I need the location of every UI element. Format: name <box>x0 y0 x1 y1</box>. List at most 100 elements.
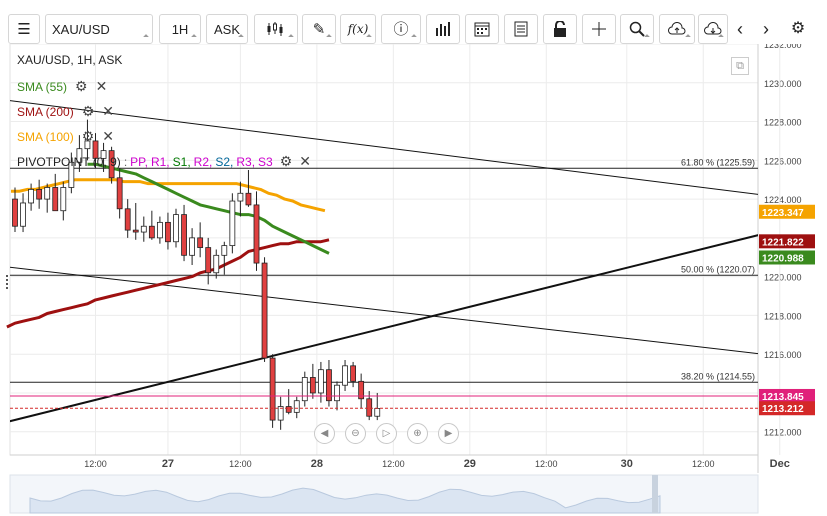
x-tick-label: 12:00 <box>692 459 715 469</box>
close-icon[interactable]: ✕ <box>299 153 311 170</box>
candle-body <box>148 225 155 239</box>
fib-level-label: 50.00 % (1220.07) <box>681 264 755 274</box>
candle-body <box>189 237 196 256</box>
popout-icon: ⧉ <box>736 59 744 72</box>
sma100-label: SMA (100) <box>17 129 74 144</box>
chart-type-button[interactable] <box>254 14 298 44</box>
y-tick-label: 1218.000 <box>764 311 802 321</box>
zoom-button[interactable] <box>620 14 654 44</box>
function-button[interactable]: f(x) <box>340 14 376 44</box>
volume-button[interactable] <box>426 14 460 44</box>
candle-body <box>165 221 171 243</box>
candle-body <box>293 400 300 413</box>
settings-button[interactable]: ⚙ <box>784 14 812 44</box>
sma200-label: SMA (200) <box>17 104 74 119</box>
legend-sma200[interactable]: SMA (200) ⚙ ✕ <box>17 103 114 120</box>
scroll-back-button[interactable]: ◀ <box>314 423 335 444</box>
close-icon[interactable]: ✕ <box>96 78 108 95</box>
candle-body <box>124 208 131 231</box>
scroll-left-button[interactable]: ‹ <box>728 14 752 44</box>
calendar-button[interactable] <box>465 14 499 44</box>
x-tick-label: 12:00 <box>382 459 405 469</box>
gear-icon[interactable]: ⚙ <box>75 78 88 95</box>
lock-icon <box>554 21 566 37</box>
info-icon: ⓘ <box>393 20 409 38</box>
price-tag-label: 1213.212 <box>762 404 804 415</box>
candle-body <box>12 198 18 227</box>
legend-title: XAU/USD, 1H, ASK <box>17 53 122 67</box>
candle-body <box>116 177 123 210</box>
x-tick-label: 28 <box>311 458 323 470</box>
x-tick-label: 29 <box>464 458 476 470</box>
reset-view-button[interactable]: ▷ <box>376 423 397 444</box>
zoom-out-button[interactable]: ⊖ <box>345 423 366 444</box>
chevron-left-icon: ◀ <box>320 428 329 439</box>
zoom-in-button[interactable]: ⊕ <box>407 423 428 444</box>
price-tag-label: 1223.347 <box>762 208 804 219</box>
x-tick-label: 12:00 <box>84 459 107 469</box>
x-tick-label: Dec <box>770 458 790 470</box>
candle-body <box>366 398 373 417</box>
legend-pivot[interactable]: PIVOTPOINT (0, 9) : PP, R1, S1, R2, S2, … <box>17 153 311 170</box>
scroll-right-button[interactable]: › <box>754 14 778 44</box>
gear-icon[interactable]: ⚙ <box>280 153 293 170</box>
crosshair-icon <box>592 22 606 36</box>
y-tick-label: 1230.000 <box>764 79 802 89</box>
price-type-selector[interactable]: ASK <box>206 14 248 44</box>
pivot-level-r1: R1, <box>150 154 170 169</box>
gear-icon[interactable]: ⚙ <box>82 103 95 120</box>
draw-icon: ✎ <box>312 20 326 38</box>
timeframe-label: 1H <box>171 21 189 37</box>
pivot-level-r3: R3, <box>236 154 256 169</box>
lock-button[interactable] <box>543 14 577 44</box>
symbol-selector[interactable]: XAU/USD <box>45 14 153 44</box>
function-icon: f(x) <box>347 22 369 36</box>
y-tick-label: 1216.000 <box>764 350 802 360</box>
pivot-level-s2: S2, <box>215 154 234 169</box>
zoom-out-icon: ⊖ <box>351 428 360 439</box>
y-tick-label: 1224.000 <box>764 195 802 205</box>
download-button[interactable] <box>698 14 728 44</box>
notes-button[interactable] <box>504 14 538 44</box>
y-tick-label: 1220.000 <box>764 273 802 283</box>
candle-body <box>317 369 324 394</box>
navigator-handle <box>652 475 658 513</box>
candle-body <box>20 202 26 227</box>
upload-button[interactable] <box>659 14 695 44</box>
candle-body <box>229 200 236 247</box>
candle-body <box>197 237 204 248</box>
reset-icon: ▷ <box>382 428 391 439</box>
close-icon[interactable]: ✕ <box>102 128 114 145</box>
candle-body <box>237 192 244 202</box>
calendar-icon <box>474 22 490 37</box>
candle-body <box>309 377 316 394</box>
candle-body <box>52 187 59 212</box>
document-icon <box>514 21 528 37</box>
gear-icon: ⚙ <box>790 20 806 37</box>
candle-body <box>205 247 212 274</box>
draw-button[interactable]: ✎ <box>302 14 336 44</box>
chevron-right-icon: ▶ <box>444 428 453 439</box>
menu-icon: ☰ <box>17 20 31 38</box>
legend-sma100[interactable]: SMA (100) ⚙ ✕ <box>17 128 114 145</box>
popout-button[interactable]: ⧉ <box>731 57 749 75</box>
pivot-level-s3: S3 <box>258 154 273 169</box>
candle-body <box>374 408 381 417</box>
close-icon[interactable]: ✕ <box>102 103 114 120</box>
chevron-right-icon: › <box>763 19 769 39</box>
y-tick-label: 1212.000 <box>764 428 802 438</box>
timeframe-selector[interactable]: 1H <box>159 14 201 44</box>
candle-body <box>221 245 228 256</box>
gear-icon[interactable]: ⚙ <box>82 128 95 145</box>
x-tick-label: 27 <box>162 458 174 470</box>
info-button[interactable]: ⓘ <box>381 14 421 44</box>
pivot-level-s1: S1, <box>172 154 191 169</box>
candle-body <box>181 214 187 256</box>
menu-button[interactable]: ☰ <box>8 14 40 44</box>
symbol-label: XAU/USD <box>52 21 110 37</box>
crosshair-button[interactable] <box>582 14 616 44</box>
scroll-forward-button[interactable]: ▶ <box>438 423 459 444</box>
x-tick-label: 30 <box>621 458 633 470</box>
pivot-label: PIVOTPOINT (0, 9) <box>17 154 121 169</box>
legend-sma55[interactable]: SMA (55) ⚙ ✕ <box>17 78 107 95</box>
